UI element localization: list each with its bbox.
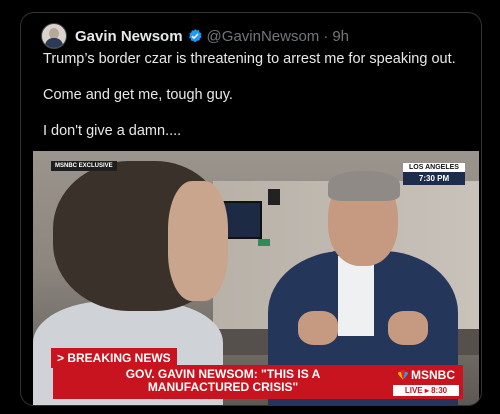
network-bug: MSNBC LIVE ▸ 8:30 [393, 368, 459, 396]
newsom-left-hand [298, 311, 338, 345]
network-name: MSNBC [411, 368, 455, 382]
verified-badge-icon [188, 29, 202, 43]
interviewer-face [168, 181, 228, 301]
tweet-line-2: Come and get me, tough guy. [43, 87, 233, 103]
tweet-card[interactable]: Gavin Newsom @GavinNewsom · 9h Trump’s b… [20, 12, 482, 406]
newsom-hair [328, 171, 400, 201]
avatar-body [45, 38, 63, 48]
author-name[interactable]: Gavin Newsom [75, 28, 183, 45]
network-logo: MSNBC [393, 368, 459, 382]
video-media[interactable]: MSNBC EXCLUSIVE LOS ANGELES 7:30 PM > BR… [33, 151, 479, 405]
exclusive-tag: MSNBC EXCLUSIVE [51, 161, 117, 171]
local-time: 7:30 PM [403, 172, 465, 185]
headline: GOV. GAVIN NEWSOM: "THIS IS A MANUFACTUR… [53, 368, 393, 394]
tweet-line-1: Trump’s border czar is threatening to ar… [43, 51, 456, 67]
newsom-shirt [338, 256, 374, 336]
location-time-bug: LOS ANGELES 7:30 PM [403, 163, 465, 185]
post-time[interactable]: 9h [332, 28, 349, 45]
tweet-line-3: I don't give a damn.... [43, 123, 182, 139]
newsom-right-hand [388, 311, 428, 345]
location-label: LOS ANGELES [403, 163, 465, 172]
headline-line-2: MANUFACTURED CRISIS" [147, 380, 299, 394]
peacock-icon [397, 370, 409, 380]
avatar[interactable] [41, 23, 67, 49]
separator-dot: · [323, 27, 329, 45]
tweet-header: Gavin Newsom @GavinNewsom · 9h [41, 23, 349, 49]
lower-third-banner: GOV. GAVIN NEWSOM: "THIS IS A MANUFACTUR… [53, 365, 463, 399]
live-indicator: LIVE ▸ 8:30 [393, 385, 459, 396]
author-handle[interactable]: @GavinNewsom [207, 28, 320, 45]
